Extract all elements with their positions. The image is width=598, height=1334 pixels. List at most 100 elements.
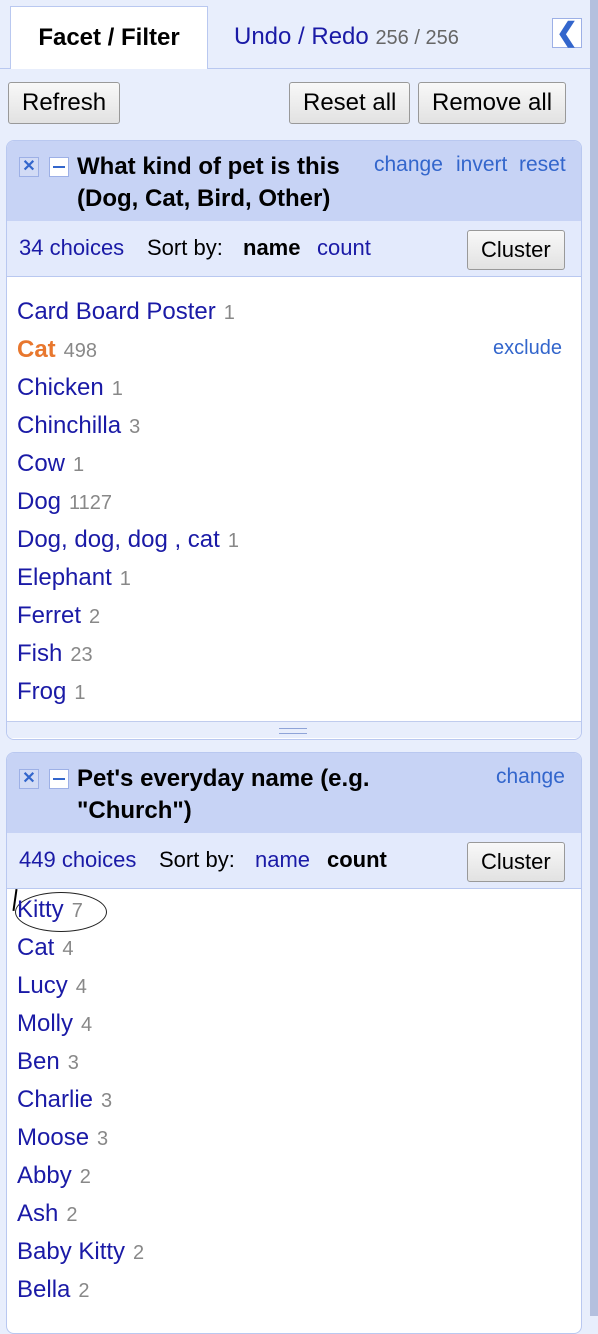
list-item[interactable]: Moose 3 bbox=[17, 1119, 108, 1157]
choice-count: 1 bbox=[227, 530, 239, 552]
list-item[interactable]: Fish 23 bbox=[17, 635, 93, 673]
choice-count: 4 bbox=[75, 976, 87, 998]
choice-count: 3 bbox=[129, 416, 141, 438]
choice-name: Cat bbox=[17, 336, 56, 363]
close-icon[interactable]: ✕ bbox=[19, 157, 39, 177]
list-item[interactable]: Card Board Poster 1 bbox=[17, 293, 235, 331]
minimize-icon[interactable] bbox=[49, 769, 69, 789]
choice-count: 2 bbox=[89, 606, 101, 628]
tab-bar: Facet / Filter Undo / Redo 256 / 256 ❮ bbox=[0, 0, 590, 69]
exclude-link[interactable]: exclude bbox=[493, 329, 562, 367]
list-item[interactable]: Ben 3 bbox=[17, 1043, 79, 1081]
list-item[interactable]: Dog 1127 bbox=[17, 483, 112, 521]
list-item[interactable]: Bella 2 bbox=[17, 1271, 90, 1309]
tab-facet-filter[interactable]: Facet / Filter bbox=[10, 6, 208, 69]
invert-link[interactable]: invert bbox=[456, 153, 507, 177]
reset-link[interactable]: reset bbox=[519, 153, 566, 177]
choice-name: Frog bbox=[17, 678, 67, 705]
choice-count: 7 bbox=[71, 900, 83, 922]
reset-all-button[interactable]: Reset all bbox=[289, 82, 411, 124]
list-item[interactable]: Kitty 7 bbox=[17, 891, 83, 929]
facet-controls: 449 choices Sort by: name count Cluster bbox=[7, 833, 581, 889]
facet-title-line1: What kind of pet is this bbox=[77, 153, 340, 180]
list-item[interactable]: Dog, dog, dog , cat 1 bbox=[17, 521, 239, 559]
list-item[interactable]: Cat 4 bbox=[17, 929, 73, 967]
choice-name: Kitty bbox=[17, 896, 64, 923]
choice-count: 4 bbox=[62, 938, 74, 960]
choice-name: Elephant bbox=[17, 564, 112, 591]
choice-name: Ben bbox=[17, 1048, 60, 1075]
list-item[interactable]: Chinchilla 3 bbox=[17, 407, 140, 445]
list-item[interactable]: Chicken 1 bbox=[17, 369, 123, 407]
choice-count: 498 bbox=[63, 340, 98, 362]
choices-count[interactable]: 34 choices bbox=[19, 235, 124, 261]
choice-name: Ferret bbox=[17, 602, 82, 629]
facet-title: What kind of pet is this (Dog, Cat, Bird… bbox=[77, 151, 340, 215]
tab-undo-redo-label: Undo / Redo bbox=[234, 23, 369, 50]
list-item[interactable]: Frog 1 bbox=[17, 673, 85, 711]
choices-count[interactable]: 449 choices bbox=[19, 847, 136, 873]
facet-header: ✕ Pet's everyday name (e.g. "Church") ch… bbox=[7, 753, 581, 833]
cluster-button[interactable]: Cluster bbox=[467, 230, 565, 270]
resize-handle[interactable] bbox=[7, 721, 581, 738]
choice-name: Abby bbox=[17, 1162, 72, 1189]
list-item[interactable]: Molly 4 bbox=[17, 1005, 92, 1043]
choice-name: Moose bbox=[17, 1124, 90, 1151]
list-item[interactable]: Elephant 1 bbox=[17, 559, 131, 597]
choice-count: 4 bbox=[81, 1014, 93, 1036]
choice-name: Charlie bbox=[17, 1086, 94, 1113]
chevron-left-icon: ❮ bbox=[556, 17, 578, 47]
list-item[interactable]: Charlie 3 bbox=[17, 1081, 112, 1119]
close-icon[interactable]: ✕ bbox=[19, 769, 39, 789]
sort-by-name[interactable]: name bbox=[255, 847, 310, 873]
choice-name: Baby Kitty bbox=[17, 1238, 126, 1265]
facet-title: Pet's everyday name (e.g. "Church") bbox=[77, 763, 370, 827]
choice-name: Bella bbox=[17, 1276, 71, 1303]
remove-all-button[interactable]: Remove all bbox=[418, 82, 567, 124]
change-link[interactable]: change bbox=[374, 153, 443, 177]
sort-by-count[interactable]: count bbox=[317, 235, 371, 261]
choice-count: 3 bbox=[101, 1090, 113, 1112]
change-link[interactable]: change bbox=[496, 765, 565, 789]
tab-undo-redo[interactable]: Undo / Redo 256 / 256 bbox=[234, 6, 459, 68]
choice-name: Cow bbox=[17, 450, 66, 477]
list-item[interactable]: Ash 2 bbox=[17, 1195, 77, 1233]
refresh-button[interactable]: Refresh bbox=[8, 82, 121, 124]
list-item[interactable]: Lucy 4 bbox=[17, 967, 87, 1005]
undo-count: 256 / 256 bbox=[375, 27, 459, 49]
list-item[interactable]: Baby Kitty 2 bbox=[17, 1233, 144, 1271]
sort-by-label: Sort by: bbox=[159, 847, 235, 872]
sort-by-name: name bbox=[243, 235, 301, 260]
choice-name: Cat bbox=[17, 934, 55, 961]
choice-name: Chicken bbox=[17, 374, 104, 401]
scrollbar[interactable] bbox=[590, 0, 598, 1316]
choice-list[interactable]: Kitty 7 Cat 4 Lucy 4 Molly 4 Ben 3 Charlie 3 M… bbox=[7, 889, 581, 1333]
choice-name: Fish bbox=[17, 640, 63, 667]
facet-header: ✕ What kind of pet is this (Dog, Cat, Bi… bbox=[7, 141, 581, 221]
choice-name: Ash bbox=[17, 1200, 59, 1227]
cluster-button[interactable]: Cluster bbox=[467, 842, 565, 882]
facet-controls: 34 choices Sort by: name count Cluster bbox=[7, 221, 581, 277]
list-item[interactable]: Ferret 2 bbox=[17, 597, 100, 635]
facet-pet-kind: ✕ What kind of pet is this (Dog, Cat, Bi… bbox=[6, 140, 582, 740]
choice-count: 2 bbox=[79, 1166, 91, 1188]
facet-title-line1: Pet's everyday name (e.g. bbox=[77, 765, 370, 792]
collapse-panel-button[interactable]: ❮ bbox=[552, 18, 582, 48]
choice-count: 1 bbox=[73, 454, 85, 476]
choice-count: 1 bbox=[119, 568, 131, 590]
choice-count: 1 bbox=[74, 682, 86, 704]
list-item[interactable]: Abby 2 bbox=[17, 1157, 91, 1195]
choice-count: 2 bbox=[66, 1204, 78, 1226]
choice-count: 1 bbox=[223, 302, 235, 324]
choice-list[interactable]: Card Board Poster 1 Cat 498 exclude Chicke… bbox=[7, 277, 581, 721]
choice-name: Chinchilla bbox=[17, 412, 122, 439]
list-item-selected[interactable]: Cat 498 bbox=[17, 331, 97, 369]
minimize-icon[interactable] bbox=[49, 157, 69, 177]
facet-title-line2: "Church") bbox=[77, 797, 192, 824]
sort-by-count: count bbox=[327, 847, 387, 872]
list-item[interactable]: Cow 1 bbox=[17, 445, 84, 483]
choice-name: Dog, dog, dog , cat bbox=[17, 526, 220, 553]
choice-name: Lucy bbox=[17, 972, 68, 999]
choice-count: 1127 bbox=[69, 492, 113, 514]
choice-name: Molly bbox=[17, 1010, 74, 1037]
